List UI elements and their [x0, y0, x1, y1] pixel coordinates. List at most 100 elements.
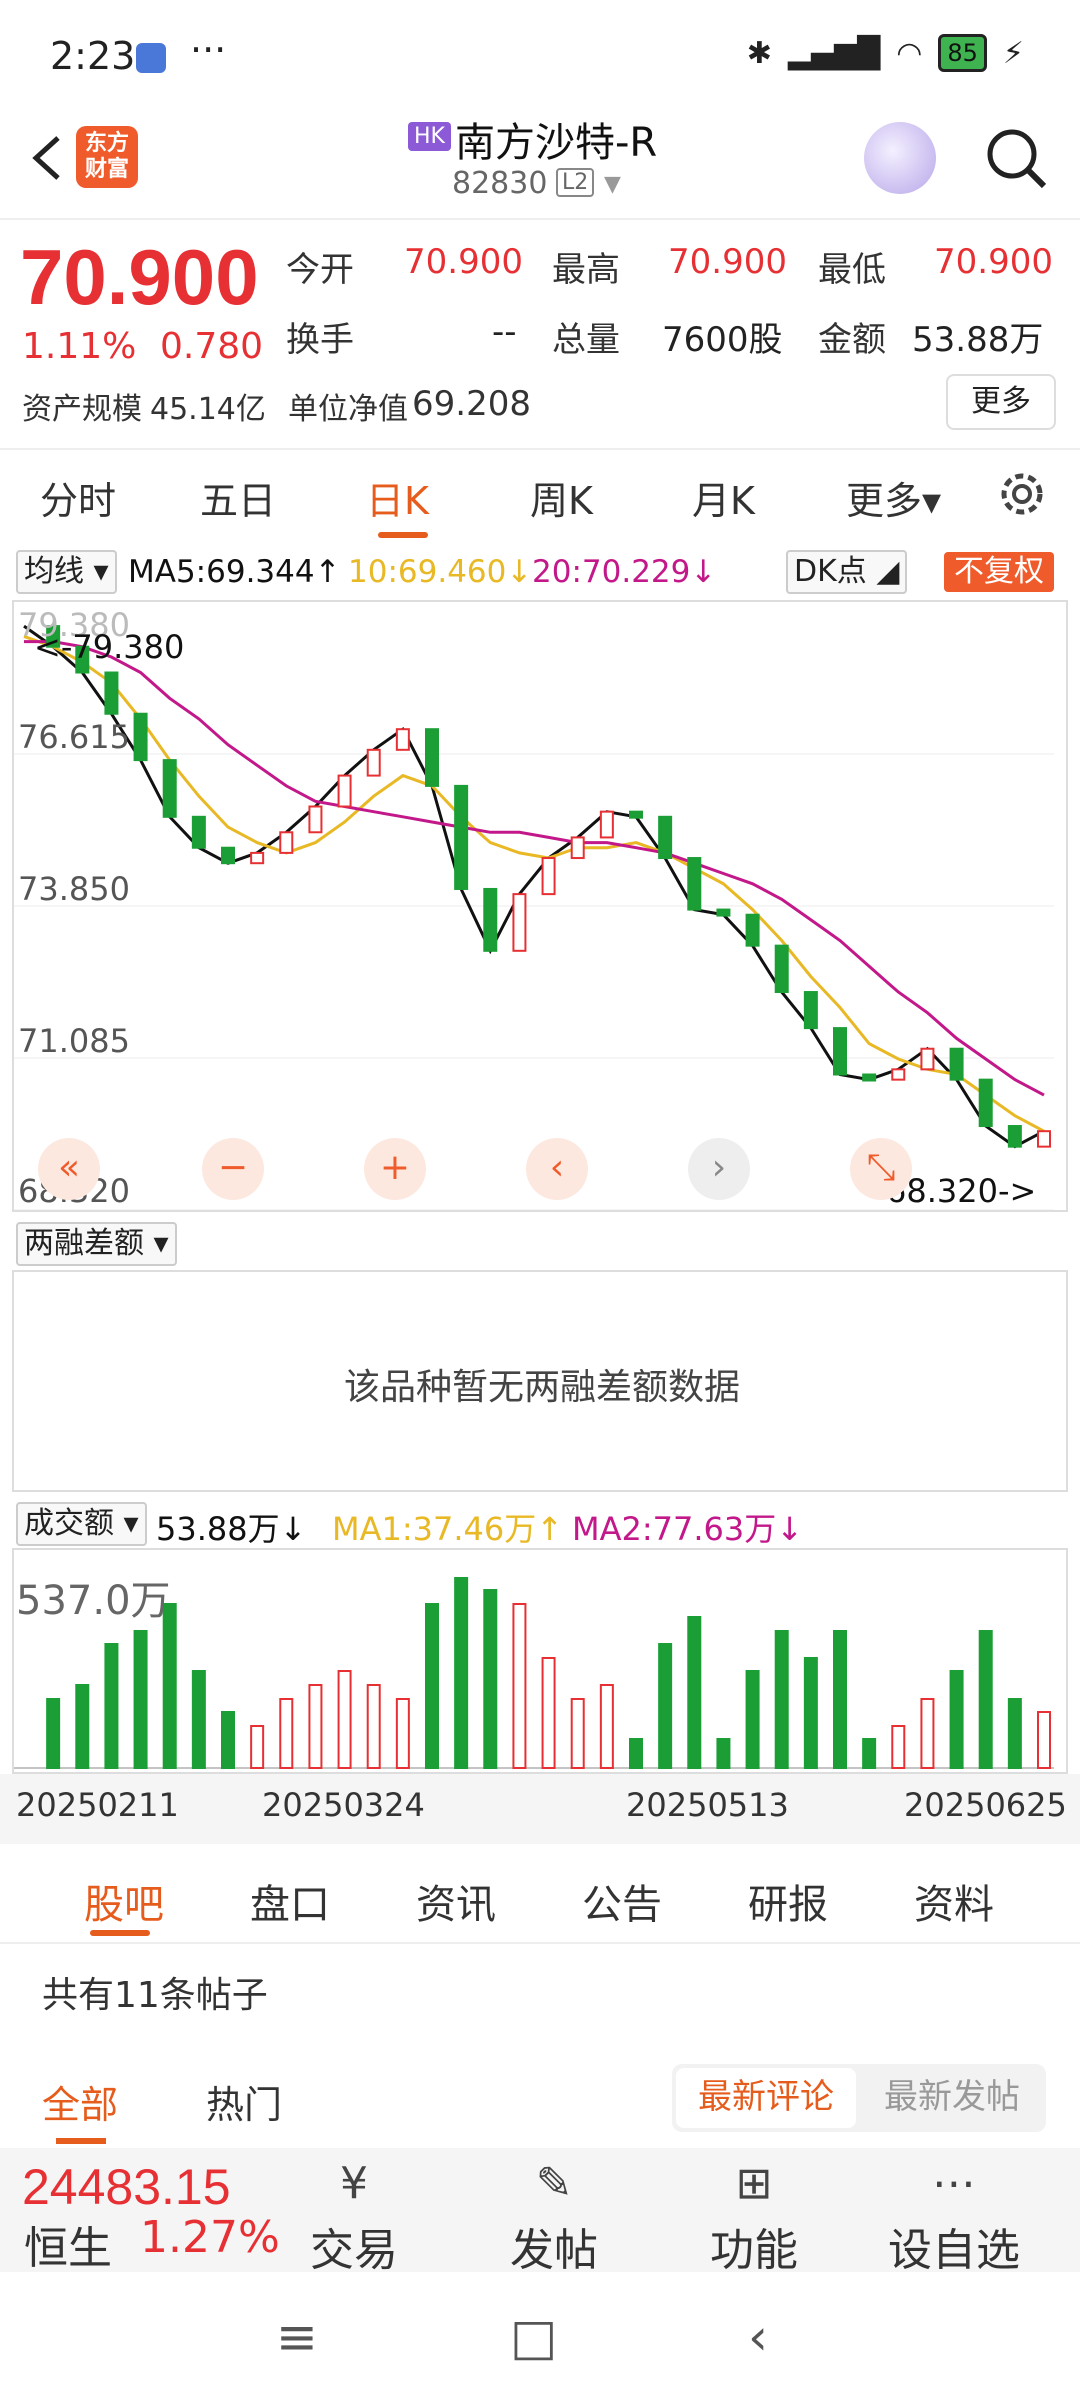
kline-chart[interactable]: 79.380 76.615 73.850 71.085 68.320 <-79.… [12, 600, 1068, 1212]
volume-bar [395, 1698, 410, 1769]
volume-label: 总量 [552, 320, 620, 360]
battery-icon: 85 [938, 34, 987, 72]
filter-hot[interactable]: 热门 [206, 2074, 282, 2129]
tab-month-k[interactable]: 月K [692, 470, 755, 525]
tab-orderbook[interactable]: 盘口 [250, 1872, 330, 1930]
volume-bar [46, 1698, 61, 1769]
index-ticker[interactable]: 24483.15 恒生 1.27% [0, 2148, 290, 2274]
add-watchlist-button[interactable]: ⋯ 设自选 [884, 2154, 1024, 2278]
high-label: 最高 [552, 250, 620, 290]
candle [774, 944, 789, 994]
ma-dropdown[interactable]: 均线 ▾ [16, 550, 117, 594]
volume-bar [570, 1698, 585, 1769]
adjust-button[interactable]: 不复权 [944, 552, 1054, 592]
date-axis: 20250211 20250324 20250513 20250625 [0, 1774, 1080, 1844]
candle [366, 748, 381, 777]
candle [337, 774, 352, 808]
candle [599, 810, 614, 839]
volume-bar [425, 1603, 439, 1769]
yen-icon: ¥ [340, 2158, 368, 2209]
tab-guba[interactable]: 股吧 [84, 1872, 164, 1930]
volume-bar [191, 1670, 206, 1769]
sort-latest-comment[interactable]: 最新评论 [676, 2068, 856, 2128]
candle [687, 857, 702, 911]
candle [745, 913, 760, 947]
status-icons: ✱ ▂▄▆█ ◠ 85 ⚡ [747, 34, 1024, 72]
filter-indicator [56, 2138, 106, 2144]
nav-value: 69.208 [412, 384, 531, 424]
tab-announcements[interactable]: 公告 [582, 1872, 662, 1930]
ma-line-ma10 [23, 634, 1045, 1133]
scroll-left-button[interactable]: ‹ [526, 1138, 588, 1200]
tab-more[interactable]: 更多▾ [846, 470, 941, 525]
tab-news[interactable]: 资讯 [416, 1872, 496, 1930]
candle [483, 887, 498, 952]
scroll-right-button[interactable]: › [688, 1138, 750, 1200]
volume-bar [629, 1738, 643, 1769]
change-percent: 1.11% [22, 326, 137, 367]
tab-five-day[interactable]: 五日 [200, 470, 276, 525]
zoom-out-button[interactable]: − [202, 1138, 264, 1200]
gear-icon[interactable] [996, 468, 1048, 520]
tab-day-k[interactable]: 日K [366, 470, 429, 525]
signal-icon: ▂▄▆█ [787, 35, 881, 71]
sort-latest-post[interactable]: 最新发帖 [862, 2068, 1042, 2128]
assistant-robot-icon[interactable] [864, 122, 936, 194]
margin-dropdown[interactable]: 两融差额 ▾ [16, 1222, 177, 1266]
date-label: 20250625 [904, 1786, 1067, 1824]
level-badge[interactable]: L2 [556, 168, 595, 197]
candle [833, 1027, 847, 1076]
menu-icon[interactable]: ≡ [276, 2308, 318, 2366]
more-button[interactable]: 更多 [946, 374, 1056, 430]
volume-max-label: 537.0万 [16, 1578, 171, 1624]
market-tag: HK [408, 122, 451, 151]
charging-icon: ⚡ [1002, 35, 1024, 71]
candle [629, 810, 643, 819]
filter-all[interactable]: 全部 [42, 2074, 118, 2129]
rewind-button[interactable]: « [38, 1138, 100, 1200]
sort-toggle: 最新评论 最新发帖 [672, 2064, 1046, 2132]
chevron-down-icon[interactable]: ▼ [604, 172, 621, 197]
bottom-bar: 24483.15 恒生 1.27% ¥ 交易 ✎ 发帖 ⊞ 功能 ⋯ 设自选 [0, 2148, 1080, 2276]
low-label: 最低 [818, 250, 886, 290]
candle [803, 991, 818, 1030]
dk-point-dropdown[interactable]: DK点 ◢ [786, 550, 908, 594]
amount-value: 53.88万 [912, 320, 1044, 360]
candle [454, 784, 469, 890]
home-icon[interactable]: □ [510, 2308, 557, 2366]
candle [221, 846, 235, 865]
tab-week-k[interactable]: 周K [530, 470, 593, 525]
back-icon[interactable]: ‹ [748, 2308, 768, 2366]
volume-ma1: MA1:37.46万↑ [332, 1510, 564, 1548]
volume-bar [279, 1698, 294, 1769]
candle [395, 728, 410, 751]
functions-button[interactable]: ⊞ 功能 [684, 2154, 824, 2278]
more-dots-icon: ··· [190, 28, 227, 72]
tab-research[interactable]: 研报 [748, 1872, 828, 1930]
volume-bar [221, 1711, 235, 1769]
date-label: 20250211 [16, 1786, 179, 1824]
candle [570, 836, 585, 860]
stock-code[interactable]: 82830 [452, 166, 547, 201]
search-icon[interactable] [980, 122, 1052, 194]
change-amount: 0.780 [160, 326, 264, 367]
candle [891, 1068, 906, 1081]
zoom-in-button[interactable]: + [364, 1138, 426, 1200]
post-button[interactable]: ✎ 发帖 [484, 2154, 624, 2278]
empty-message: 该品种暂无两融差额数据 [343, 1367, 740, 1408]
candle [862, 1073, 877, 1082]
tab-profile[interactable]: 资料 [914, 1872, 994, 1930]
tab-intraday[interactable]: 分时 [40, 470, 116, 525]
volume-bar [716, 1738, 731, 1769]
volume-bar [512, 1603, 527, 1769]
volume-bar [745, 1670, 760, 1769]
ma20-value: 20:70.229↓ [532, 554, 717, 590]
chart-toolbar: 均线 ▾ MA5:69.344↑ 10:69.460↓ 20:70.229↓ D… [0, 548, 1080, 596]
index-name: 恒生 [24, 2223, 112, 2274]
candle [250, 851, 265, 865]
trade-button[interactable]: ¥ 交易 [284, 2154, 424, 2278]
fullscreen-button[interactable]: ⤡ [850, 1138, 912, 1200]
volume-dropdown[interactable]: 成交额 ▾ [16, 1502, 147, 1546]
volume-chart[interactable]: 537.0万 [12, 1548, 1068, 1774]
volume-bar [687, 1616, 702, 1769]
